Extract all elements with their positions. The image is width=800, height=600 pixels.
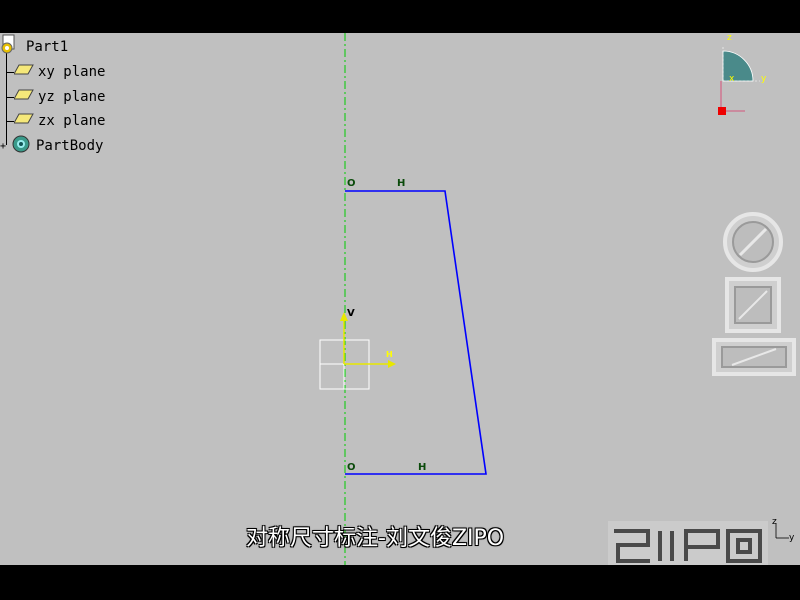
- zipo-logo: [608, 521, 768, 565]
- view-zoom-control[interactable]: [712, 338, 796, 380]
- sketch-profile[interactable]: [345, 190, 487, 475]
- view-pan-control[interactable]: [725, 277, 781, 337]
- video-subtitle: 对称尺寸标注-刘文俊ZIPO: [246, 526, 505, 551]
- compass-z-label: z: [727, 33, 732, 43]
- mini-z-label: z: [772, 517, 777, 527]
- v-axis-label: V: [347, 308, 355, 319]
- sketch-canvas: [319, 33, 487, 565]
- 3d-viewport[interactable]: Part1 xy plane yz plane zx plane + PartB…: [0, 33, 800, 565]
- constraint-symbol[interactable]: H: [418, 462, 426, 473]
- compass-x-label: x: [729, 74, 735, 84]
- compass-y-label: y: [761, 74, 767, 84]
- view-rotate-control[interactable]: [722, 211, 784, 277]
- h-axis-arrow: [388, 360, 396, 368]
- constraint-symbol[interactable]: O: [347, 178, 356, 189]
- constraint-symbol[interactable]: H: [397, 178, 405, 189]
- constraint-symbol[interactable]: O: [347, 462, 356, 473]
- h-axis-label: H: [386, 350, 393, 359]
- mini-y-label: y: [789, 533, 795, 543]
